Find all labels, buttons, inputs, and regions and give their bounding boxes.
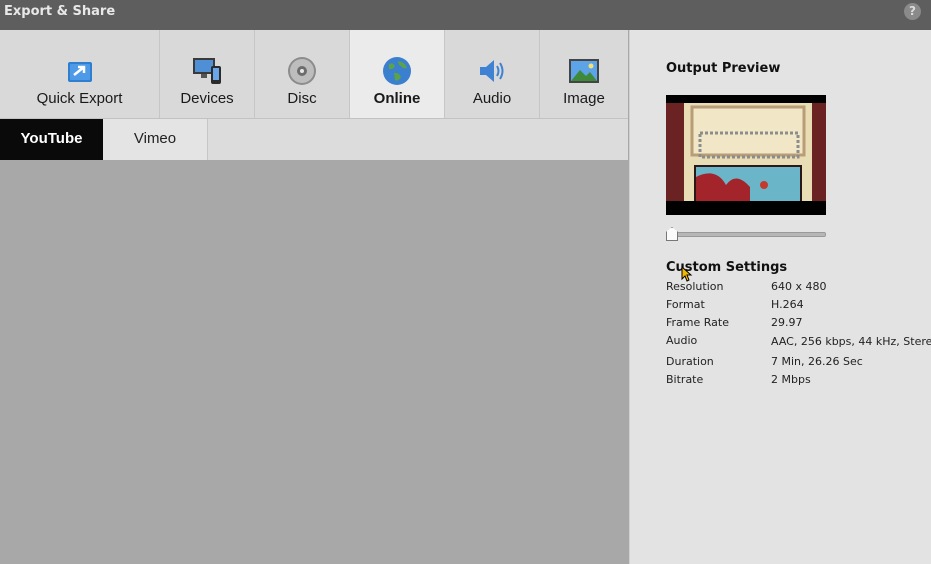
tab-label: Audio — [472, 90, 512, 107]
window-title: Export & Share — [4, 4, 116, 19]
setting-key: Format — [666, 298, 705, 311]
tab-online[interactable]: Online — [350, 30, 445, 118]
tab-label: Online — [373, 90, 421, 107]
setting-value: AAC, 256 kbps, 44 kHz, Stereo — [771, 335, 931, 348]
tab-disc[interactable]: Disc — [255, 30, 350, 118]
tab-image[interactable]: Image — [540, 30, 628, 118]
tab-quick-export[interactable]: Quick Export — [0, 30, 160, 118]
setting-key: Resolution — [666, 280, 724, 293]
setting-value: 640 x 480 — [771, 280, 827, 293]
output-preview-panel: Output Preview Custom Settings Resolutio… — [629, 30, 931, 564]
subtab-youtube[interactable]: YouTube — [0, 119, 103, 160]
setting-value: 7 Min, 26.26 Sec — [771, 355, 863, 368]
setting-key: Bitrate — [666, 373, 704, 386]
tab-label: Devices — [180, 90, 234, 107]
preview-thumbnail — [666, 95, 826, 215]
preview-scrubber-thumb[interactable] — [666, 227, 678, 241]
disc-icon — [288, 57, 316, 85]
subtab-vimeo[interactable]: Vimeo — [103, 119, 208, 160]
export-category-tabs: Quick Export Devices Disc Online Audio I… — [0, 30, 628, 119]
title-bar: Export & Share ? — [0, 0, 931, 30]
setting-value: 2 Mbps — [771, 373, 811, 386]
setting-key: Audio — [666, 334, 698, 347]
tab-label: Image — [563, 90, 605, 107]
tab-label: Quick Export — [36, 90, 123, 107]
speaker-icon — [480, 60, 504, 82]
tab-audio[interactable]: Audio — [445, 30, 540, 118]
output-preview-title: Output Preview — [666, 61, 781, 76]
help-icon[interactable]: ? — [904, 3, 921, 20]
setting-key: Frame Rate — [666, 316, 729, 329]
setting-value: H.264 — [771, 298, 804, 311]
devices-icon — [193, 58, 221, 84]
online-destination-tabs: YouTube Vimeo — [0, 119, 628, 160]
settings-content-area — [0, 160, 628, 564]
tab-label: Disc — [287, 90, 317, 107]
globe-icon — [383, 57, 411, 85]
quick-export-icon — [67, 62, 92, 82]
image-icon — [569, 59, 599, 83]
preview-scrubber-track[interactable] — [668, 232, 826, 237]
tab-devices[interactable]: Devices — [160, 30, 255, 118]
setting-key: Duration — [666, 355, 714, 368]
setting-value: 29.97 — [771, 316, 803, 329]
